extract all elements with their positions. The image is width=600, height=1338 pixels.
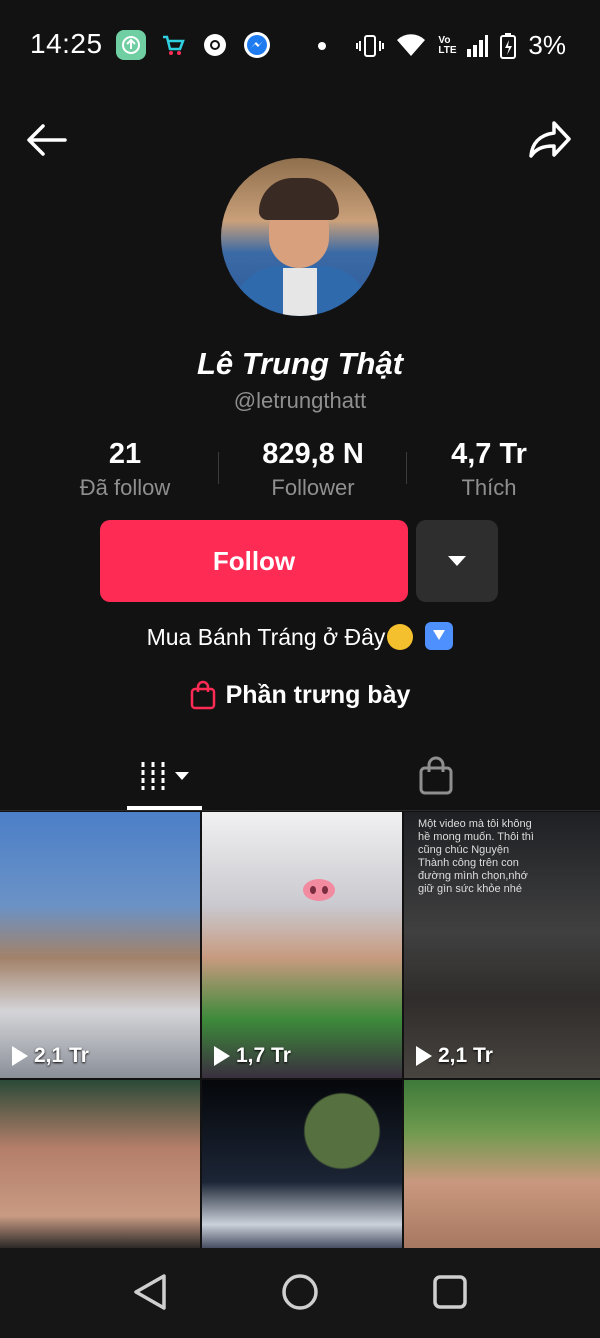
status-bar: 14:25 Vo LTE 3% (0, 0, 600, 92)
share-button[interactable] (526, 116, 574, 164)
upload-app-icon (116, 30, 146, 60)
volte-label: Vo LTE (438, 34, 457, 56)
status-time: 14:25 (30, 28, 103, 59)
play-icon (416, 1046, 432, 1066)
video-view-count: 1,7 Tr (236, 1044, 291, 1067)
video-thumbnail[interactable] (0, 1080, 200, 1250)
stat-likes-label: Thích (461, 475, 517, 500)
profile-stats: 21 Đã follow 829,8 N Follower 4,7 Tr Thí… (30, 438, 570, 502)
avatar-tee (283, 268, 317, 316)
video-thumbnail[interactable]: 2,1 Tr (0, 812, 200, 1078)
stat-likes[interactable]: 4,7 Tr Thích (406, 438, 572, 501)
play-icon (214, 1046, 230, 1066)
battery-charging-icon (500, 32, 517, 59)
video-grid: 2,1 Tr 1,7 Tr Một video mà tôi không hề … (0, 812, 600, 1250)
stat-followers-label: Follower (271, 475, 355, 500)
suggested-accounts-button[interactable] (416, 520, 498, 602)
stat-followers[interactable]: 829,8 N Follower (220, 438, 406, 501)
pig-nose-sticker-icon (303, 879, 335, 901)
square-recents-icon (433, 1275, 467, 1309)
profile-avatar[interactable] (221, 158, 379, 316)
follow-button[interactable]: Follow (100, 520, 408, 602)
grid-bars-icon (141, 762, 189, 790)
status-right-icons: Vo LTE 3% (318, 30, 566, 61)
circle-home-icon (282, 1274, 318, 1310)
tab-videos[interactable] (127, 744, 202, 808)
showcase-link[interactable]: Phần trưng bày (0, 680, 600, 710)
stat-following-value: 21 (108, 438, 142, 470)
stat-likes-value: 4,7 Tr (451, 438, 527, 470)
profile-username: @letrungthatt (233, 388, 367, 413)
nav-back-button[interactable] (130, 1272, 170, 1312)
avatar-hair (259, 178, 339, 220)
signal-icon (467, 34, 489, 57)
triangle-back-icon (134, 1274, 166, 1310)
battery-percentage: 3% (528, 30, 566, 60)
system-navigation-bar (0, 1248, 600, 1338)
shopping-bag-icon (419, 756, 452, 795)
video-thumbnail[interactable] (404, 1080, 600, 1250)
notification-dot-icon (318, 41, 327, 50)
messenger-app-icon (242, 30, 272, 60)
video-caption: Một video mà tôi không hề mong muốn. Thô… (418, 818, 534, 895)
vibrate-icon (356, 34, 385, 57)
stat-following[interactable]: 21 Đã follow (30, 438, 220, 501)
status-app-icons (116, 30, 272, 60)
tiktok-app-icon (158, 30, 188, 60)
tabs-divider (0, 810, 600, 811)
caret-down-icon (448, 556, 466, 566)
share-arrow-icon (529, 121, 571, 158)
back-button[interactable] (22, 116, 70, 164)
nav-home-button[interactable] (280, 1272, 320, 1312)
video-view-count: 2,1 Tr (34, 1044, 89, 1067)
arrow-left-icon (27, 124, 67, 156)
video-views: 2,1 Tr (416, 1044, 493, 1068)
nav-recents-button[interactable] (430, 1272, 470, 1312)
video-thumbnail[interactable] (202, 1080, 402, 1250)
video-views: 1,7 Tr (214, 1044, 291, 1068)
play-icon (12, 1046, 28, 1066)
stat-divider (218, 452, 219, 484)
profile-bio: Mua Bánh Tráng ở Đây (0, 622, 600, 651)
video-thumbnail[interactable]: 1,7 Tr (202, 812, 402, 1078)
stat-followers-value: 829,8 N (262, 438, 364, 470)
showcase-label: Phần trưng bày (225, 680, 411, 709)
video-thumbnail[interactable]: Một video mà tôi không hề mong muốn. Thô… (404, 812, 600, 1078)
video-view-count: 2,1 Tr (438, 1044, 493, 1067)
tab-shop[interactable] (398, 744, 473, 808)
wifi-icon (397, 33, 426, 56)
bio-text: Mua Bánh Tráng ở Đây (146, 624, 386, 650)
down-arrow-emoji-icon (425, 622, 454, 650)
yum-emoji-icon (387, 624, 414, 650)
shopping-bag-icon (190, 680, 215, 710)
chrome-app-icon (200, 30, 230, 60)
profile-tabs (0, 744, 600, 812)
stat-following-label: Đã follow (79, 475, 171, 500)
profile-display-name: Lê Trung Thật (196, 346, 404, 381)
video-views: 2,1 Tr (12, 1044, 89, 1068)
